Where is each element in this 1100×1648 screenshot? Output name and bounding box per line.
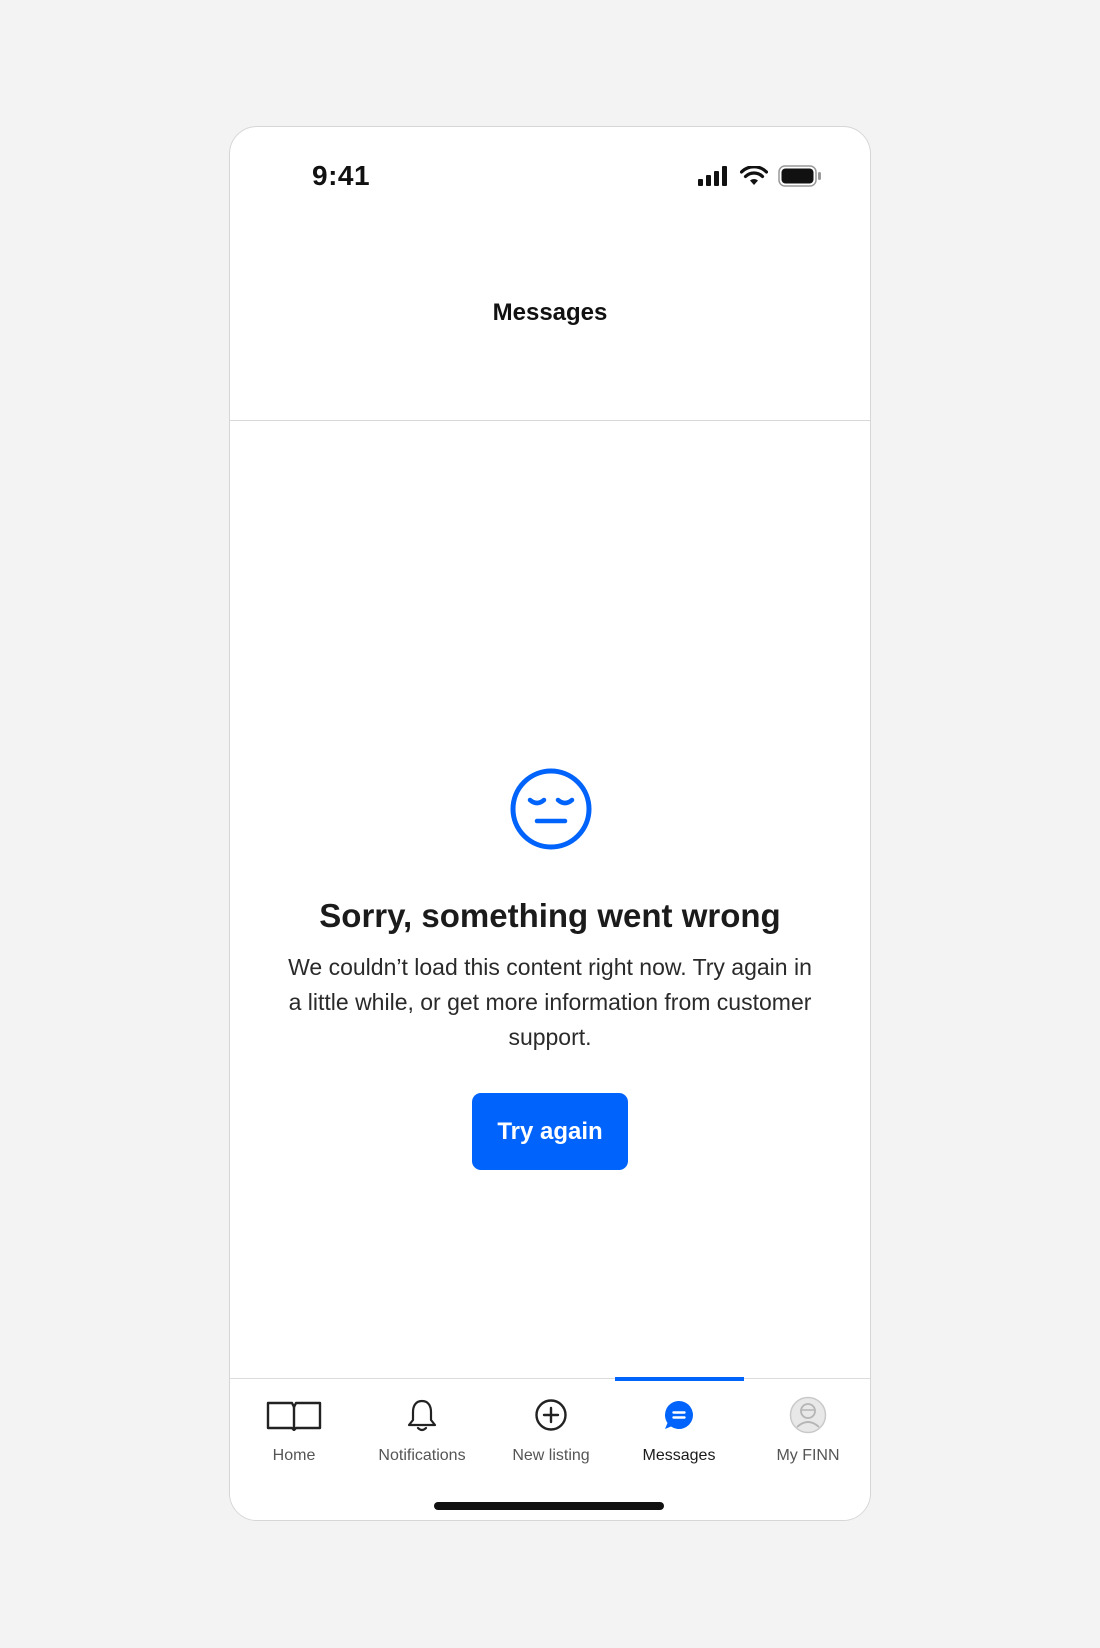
cellular-signal-icon: [698, 166, 727, 186]
chat-bubble-icon: [664, 1401, 693, 1429]
nav-header: Messages: [230, 299, 870, 421]
plus-circle-icon: [535, 1399, 567, 1431]
tab-my-finn[interactable]: My FINN: [744, 1379, 870, 1479]
tab-label-my-finn: My FINN: [776, 1447, 840, 1464]
status-icons: [698, 165, 822, 187]
book-icon: [266, 1401, 322, 1431]
page-title: Messages: [492, 299, 608, 326]
tab-label-notifications: Notifications: [378, 1447, 466, 1464]
error-message: We couldn’t load this content right now.…: [288, 954, 812, 1050]
wifi-icon: [740, 166, 768, 185]
tab-label-new-listing: New listing: [512, 1447, 590, 1464]
error-title: Sorry, something went wrong: [319, 897, 781, 934]
status-bar: 9:41: [230, 127, 870, 227]
tab-new-listing[interactable]: New listing: [487, 1379, 615, 1479]
tab-notifications[interactable]: Notifications: [358, 1379, 486, 1479]
battery-icon: [778, 165, 821, 187]
sad-face-icon: [510, 768, 592, 850]
avatar-icon: [789, 1396, 827, 1434]
try-again-button[interactable]: Try again: [472, 1093, 628, 1170]
status-time: 9:41: [312, 160, 371, 191]
tab-messages[interactable]: Messages: [615, 1379, 743, 1479]
tab-label-messages: Messages: [642, 1447, 716, 1464]
tab-home[interactable]: Home: [230, 1379, 358, 1479]
home-indicator: [434, 1502, 664, 1510]
phone-frame: 9:41 Messages Sorry, something went wron…: [229, 126, 871, 1521]
bell-icon: [407, 1399, 437, 1432]
error-state: Sorry, something went wrong We couldn’t …: [230, 423, 870, 1503]
tab-bar: Home Notifications New listing Messages …: [230, 1377, 870, 1520]
